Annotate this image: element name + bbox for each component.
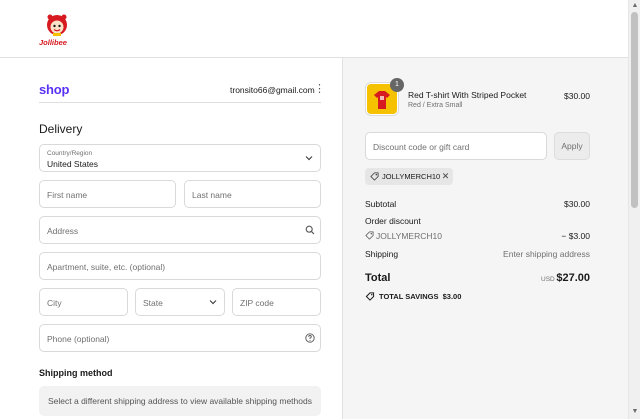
apartment-field[interactable]: Apartment, suite, etc. (optional) — [39, 252, 321, 280]
city-field[interactable]: City — [39, 288, 128, 316]
shipping-label: Shipping — [365, 249, 399, 259]
state-select[interactable]: State — [135, 288, 225, 316]
checkout-form: shop tronsito66@gmail.com ⋮ Delivery Cou… — [0, 58, 342, 419]
country-value: United States — [47, 159, 99, 169]
tag-icon — [370, 172, 379, 181]
subtotal-value: $30.00 — [564, 199, 590, 209]
discount-code-input[interactable]: Discount code or gift card — [365, 132, 547, 160]
chevron-down-icon — [305, 156, 313, 161]
shop-pay-logo[interactable]: shop — [39, 82, 69, 97]
first-name-field[interactable]: First name — [39, 180, 176, 208]
quantity-badge: 1 — [390, 78, 404, 92]
apply-discount-button[interactable]: Apply — [554, 132, 590, 160]
zip-field[interactable]: ZIP code — [232, 288, 321, 316]
total-currency: USD — [541, 276, 555, 283]
discount-placeholder: Discount code or gift card — [373, 142, 470, 152]
scroll-up-arrow-icon[interactable]: ▲ — [631, 2, 639, 10]
total-label: Total — [365, 272, 391, 284]
page-header: Jollibee — [0, 0, 628, 58]
order-summary: 1 Red T-shirt With Striped Pocket Red / … — [342, 58, 628, 419]
account-email: tronsito66@gmail.com — [230, 85, 315, 95]
tag-icon — [365, 292, 375, 301]
product-name: Red T-shirt With Striped Pocket — [408, 90, 527, 100]
last-name-placeholder: Last name — [192, 190, 232, 200]
scroll-down-arrow-icon[interactable]: ▼ — [631, 408, 639, 416]
country-label: Country/Region — [47, 150, 93, 157]
savings-value: $3.00 — [442, 292, 462, 301]
discount-code-text: JOLLYMERCH10 — [376, 231, 442, 241]
page-scrollbar[interactable]: ▲ ▼ — [628, 0, 640, 419]
apartment-placeholder: Apartment, suite, etc. (optional) — [47, 262, 166, 272]
discount-value: − $3.00 — [561, 231, 590, 241]
savings-text: TOTAL SAVINGS $3.00 — [379, 292, 461, 301]
search-icon — [305, 225, 315, 235]
product-variant: Red / Extra Small — [408, 102, 463, 109]
help-circle-icon[interactable] — [305, 333, 315, 343]
shipping-value: Enter shipping address — [503, 249, 590, 259]
logo-text: Jollibee — [39, 38, 67, 47]
divider — [39, 102, 321, 103]
scroll-thumb[interactable] — [631, 12, 638, 208]
shipping-method-heading: Shipping method — [39, 368, 113, 378]
shipping-method-notice: Select a different shipping address to v… — [39, 386, 321, 416]
product-price: $30.00 — [564, 91, 590, 101]
delivery-heading: Delivery — [39, 122, 83, 136]
order-discount-label: Order discount — [365, 216, 421, 226]
applied-code-text: JOLLYMERCH10 — [382, 172, 441, 181]
zip-placeholder: ZIP code — [240, 298, 274, 308]
address-field[interactable]: Address — [39, 216, 321, 244]
chevron-down-icon — [209, 300, 217, 305]
applied-discount-tag: JOLLYMERCH10 ✕ — [365, 168, 453, 185]
phone-field[interactable]: Phone (optional) — [39, 324, 321, 352]
remove-discount-icon[interactable]: ✕ — [441, 171, 450, 181]
tag-icon — [365, 231, 374, 240]
jollibee-logo[interactable]: Jollibee — [38, 10, 76, 48]
last-name-field[interactable]: Last name — [184, 180, 321, 208]
city-placeholder: City — [47, 298, 62, 308]
kebab-menu-icon[interactable]: ⋮ — [314, 82, 325, 96]
phone-placeholder: Phone (optional) — [47, 334, 110, 344]
first-name-placeholder: First name — [47, 190, 88, 200]
total-amount: $27.00 — [556, 272, 590, 284]
address-placeholder: Address — [47, 226, 79, 236]
subtotal-label: Subtotal — [365, 199, 397, 209]
savings-label: TOTAL SAVINGS — [379, 292, 439, 301]
state-placeholder: State — [143, 298, 163, 308]
country-select[interactable]: Country/Region United States — [39, 144, 321, 172]
